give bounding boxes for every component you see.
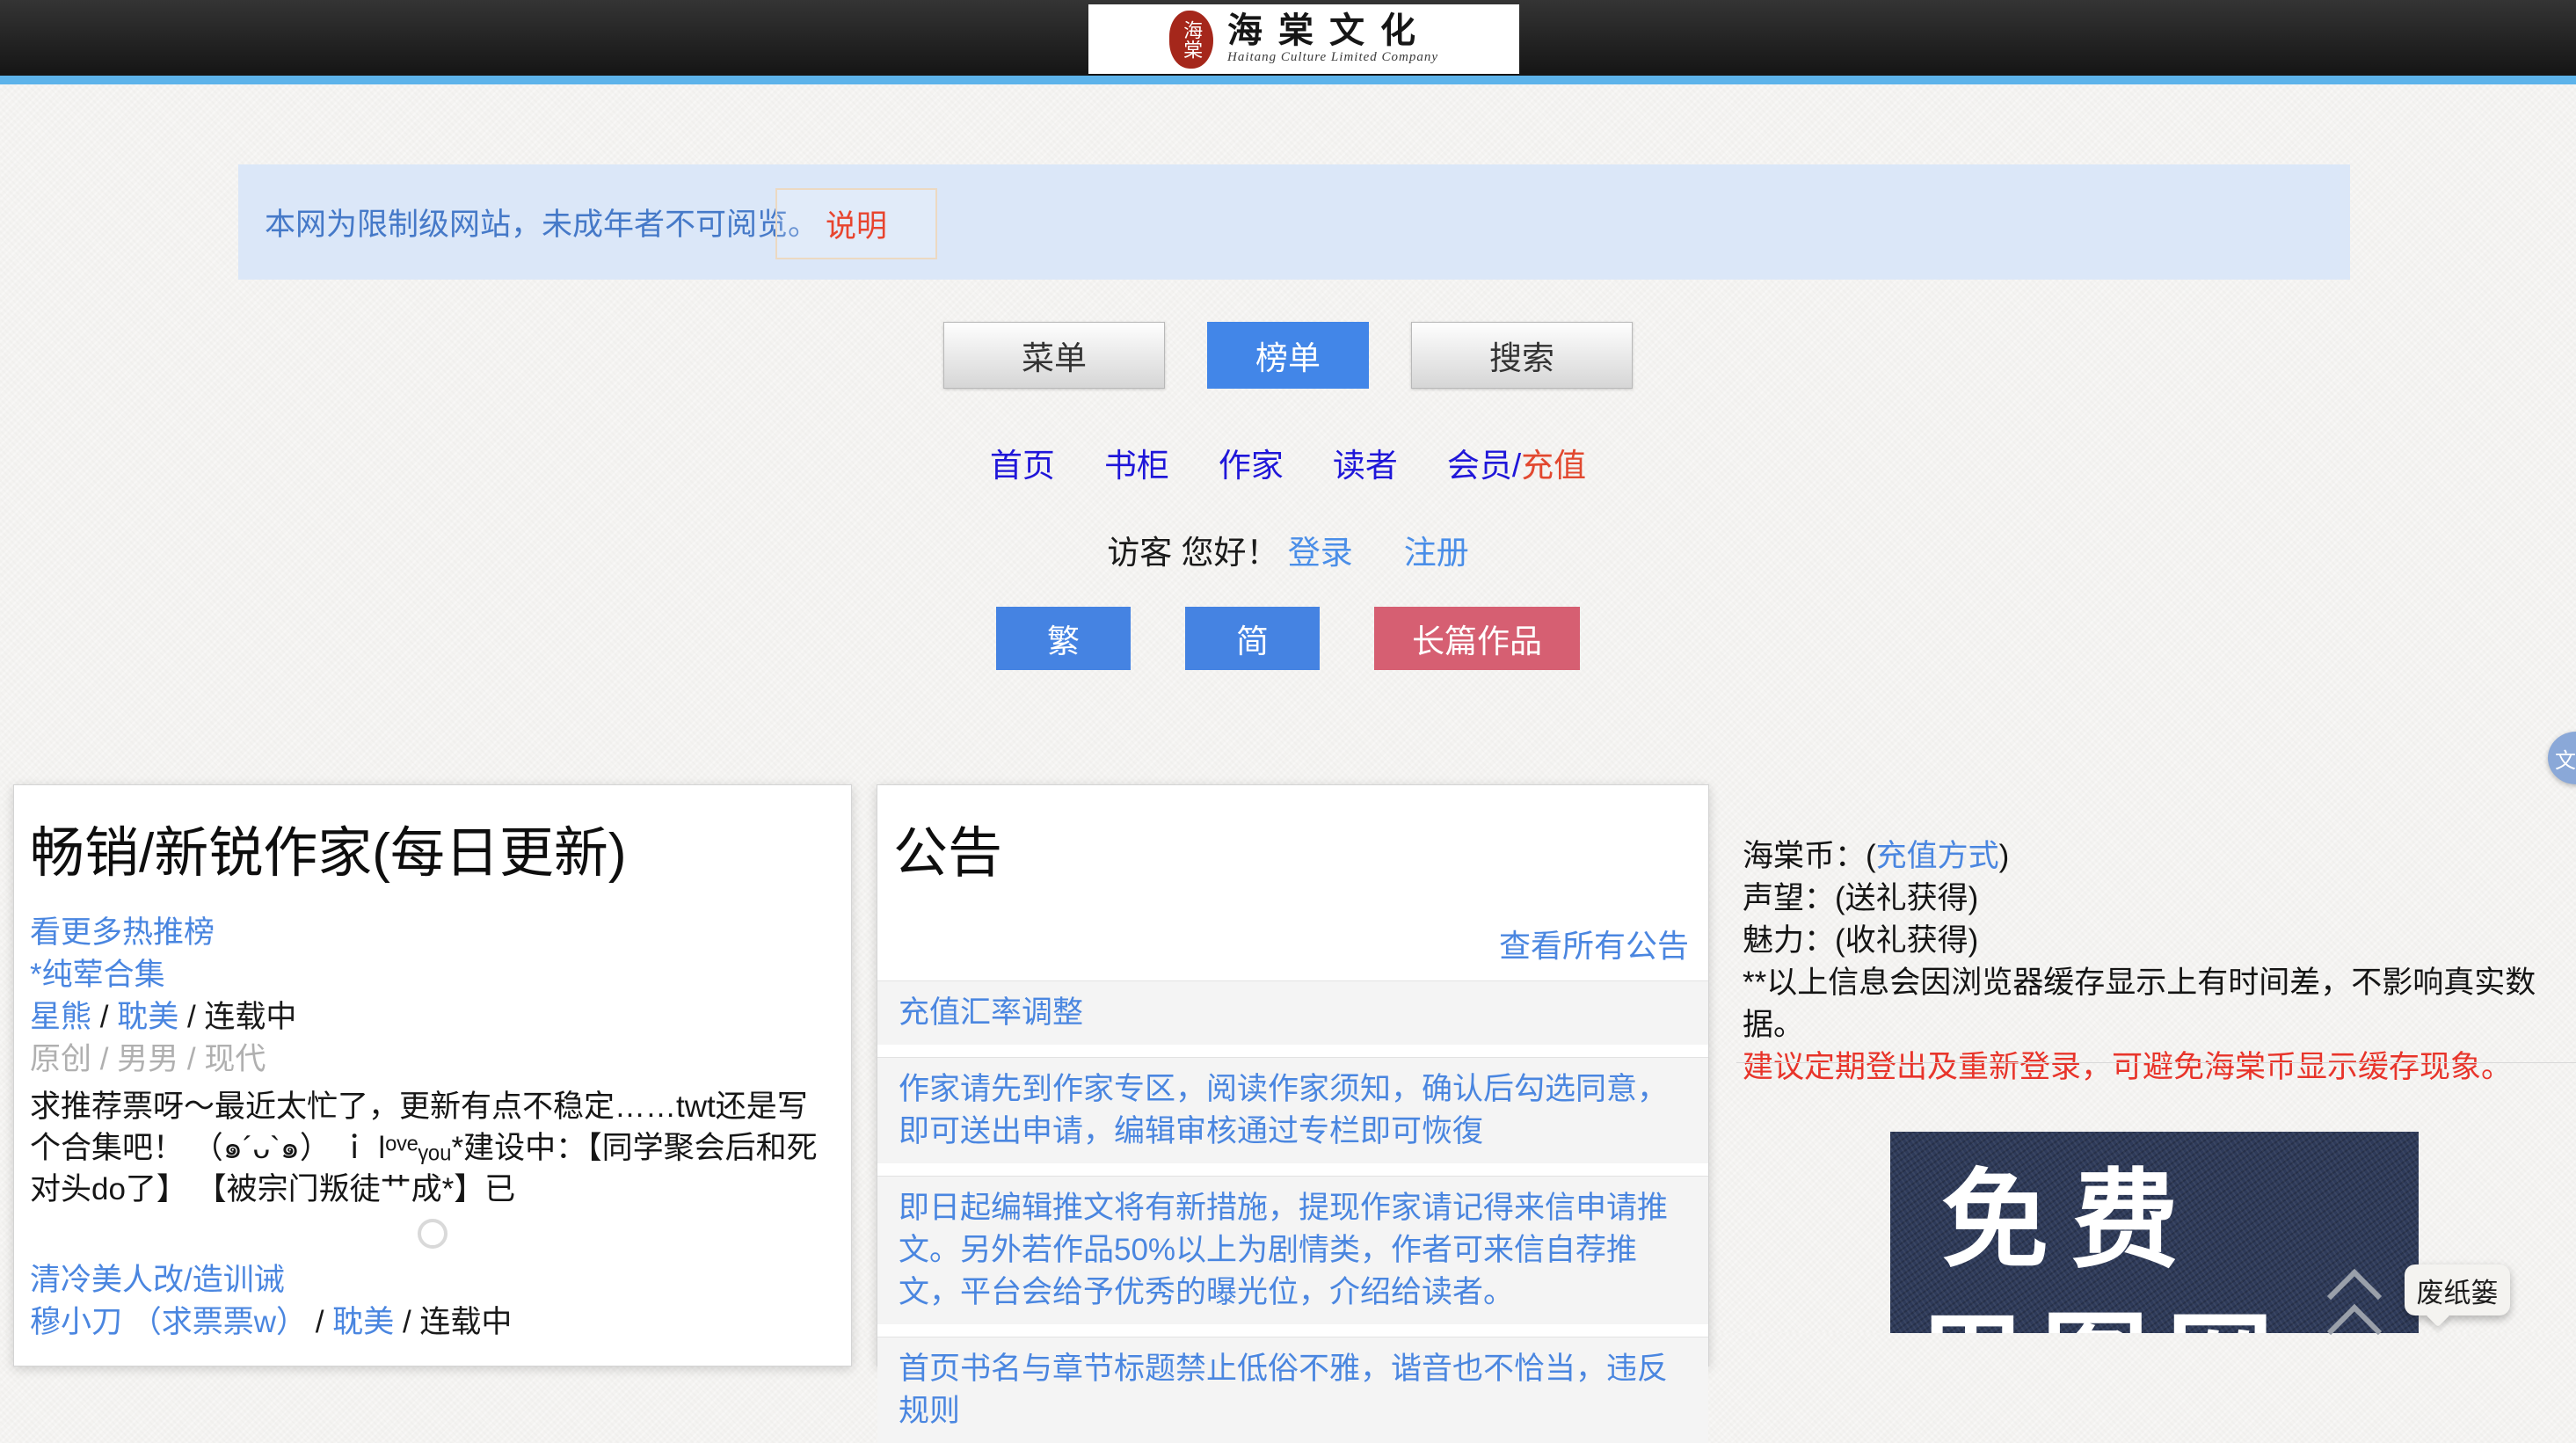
announcement-list: 充值汇率调整 作家请先到作家专区，阅读作家须知，确认后勾选同意，即可送出申请，编… xyxy=(877,980,1708,1443)
book1-tags: 原创 / 男男 / 现代 xyxy=(30,1039,835,1081)
brand-name: 海棠文化 xyxy=(1227,13,1431,48)
search-button[interactable]: 搜索 xyxy=(1411,322,1633,389)
book2-status: 连载中 xyxy=(419,1305,512,1339)
sep: / xyxy=(394,1305,419,1339)
right-column-divider xyxy=(1736,1062,2576,1063)
cache-warning: 建议定期登出及重新登录，可避免海棠币显示缓存现象。 xyxy=(1743,1046,2569,1089)
nav-recharge[interactable]: 充值 xyxy=(1521,448,1586,484)
nav-author[interactable]: 作家 xyxy=(1219,439,1284,486)
logo-text-block: 海棠文化 Haitang Culture Limited Company xyxy=(1227,13,1438,65)
book2-title-link[interactable]: 清冷美人改/造训诫 xyxy=(30,1263,285,1297)
nav-bookshelf[interactable]: 书柜 xyxy=(1104,439,1169,486)
announcement-item[interactable]: 充值汇率调整 xyxy=(877,980,1708,1045)
announcements-title: 公告 xyxy=(877,785,1708,884)
translate-icon: 文A xyxy=(2555,743,2576,774)
greeting-text: 访客 您好！ xyxy=(1107,535,1278,571)
book2-meta: 穆小刀 （求票票w） / 耽美 / 连载中 xyxy=(30,1301,835,1344)
sep: / xyxy=(307,1305,332,1339)
book1-status: 连载中 xyxy=(204,1000,296,1034)
coin-label-close: ) xyxy=(1999,839,2010,873)
site-logo[interactable]: 海棠 海棠文化 Haitang Culture Limited Company xyxy=(1088,4,1519,74)
bestsellers-content: 看更多热推榜 *纯荤合集 星熊 / 耽美 / 连载中 原创 / 男男 / 现代 … xyxy=(14,884,851,1344)
bestsellers-panel: 畅销/新锐作家(每日更新) 看更多热推榜 *纯荤合集 星熊 / 耽美 / 连载中… xyxy=(13,784,852,1366)
scroll-to-top-button[interactable] xyxy=(2328,1273,2381,1344)
login-link[interactable]: 登录 xyxy=(1288,535,1353,571)
language-row: 繁 简 长篇作品 xyxy=(0,607,2576,670)
announcements-panel: 公告 查看所有公告 充值汇率调整 作家请先到作家专区，阅读作家须知，确认后勾选同… xyxy=(877,784,1709,1366)
restricted-notice-text: 本网为限制级网站，未成年者不可阅览。 xyxy=(265,164,819,280)
sep: / xyxy=(178,1000,204,1034)
account-info-block: 海棠币：(充值方式) 声望：(送礼获得) 魅力：(收礼获得) **以上信息会因浏… xyxy=(1743,835,2569,1089)
trash-bin-label: 废纸篓 xyxy=(2417,1271,2499,1310)
announcement-item[interactable]: 作家请先到作家专区，阅读作家须知，确认后勾选同意，即可送出申请，编辑审核通过专栏… xyxy=(877,1057,1708,1163)
ad-text-line1: 免费 xyxy=(1941,1162,2419,1279)
book1-author-link[interactable]: 星熊 xyxy=(30,1000,91,1034)
nav-home[interactable]: 首页 xyxy=(990,439,1055,486)
charm-line: 魅力：(收礼获得) xyxy=(1743,920,2569,962)
header-underline xyxy=(0,76,2576,84)
view-all-announcements-link[interactable]: 查看所有公告 xyxy=(1499,928,1689,964)
notice-explain-button[interactable]: 说明 xyxy=(775,188,937,259)
more-hot-rank-link[interactable]: 看更多热推榜 xyxy=(30,915,215,950)
announcement-item[interactable]: 即日起编辑推文将有新措施，提现作家请记得来信申请推文。另外若作品50%以上为剧情… xyxy=(877,1176,1708,1324)
brand-subtitle: Haitang Culture Limited Company xyxy=(1227,50,1438,65)
simplified-chinese-button[interactable]: 简 xyxy=(1185,607,1320,670)
restricted-notice-banner: 本网为限制级网站，未成年者不可阅览。 说明 xyxy=(238,164,2350,280)
seal-icon: 海棠 xyxy=(1169,11,1213,69)
book1-genre-link[interactable]: 耽美 xyxy=(117,1000,178,1034)
reputation-line: 声望：(送礼获得) xyxy=(1743,878,2569,920)
sep: / xyxy=(91,1000,117,1034)
recharge-method-link[interactable]: 充值方式 xyxy=(1876,839,1999,873)
trash-bin-button[interactable]: 废纸篓 xyxy=(2405,1264,2510,1315)
nav-slash: / xyxy=(1512,448,1521,484)
rank-button[interactable]: 榜单 xyxy=(1207,322,1369,389)
longform-works-button[interactable]: 长篇作品 xyxy=(1374,607,1580,670)
book1-description: 求推荐票呀～最近太忙了，更新有点不稳定……twt还是写个合集吧！ （๑´ᴗ`๑）… xyxy=(30,1086,835,1210)
announcement-item[interactable]: 首页书名与章节标题禁止低俗不雅，谐音也不恰当，违反规则 xyxy=(877,1337,1708,1443)
main-nav: 首页 书柜 作家 读者 会员/充值 xyxy=(0,439,2576,486)
loader-circle-icon xyxy=(418,1219,448,1249)
translate-float-button[interactable]: 文A xyxy=(2548,732,2576,784)
menu-button[interactable]: 菜单 xyxy=(943,322,1165,389)
traditional-chinese-button[interactable]: 繁 xyxy=(996,607,1131,670)
chevron-up-icon xyxy=(2327,1304,2382,1359)
main-toolbar: 菜单 榜单 搜索 xyxy=(0,322,2576,389)
book2-genre-link[interactable]: 耽美 xyxy=(332,1305,394,1339)
nav-member[interactable]: 会员 xyxy=(1447,448,1512,484)
book1-meta: 星熊 / 耽美 / 连载中 xyxy=(30,996,835,1039)
book2-author-link[interactable]: 穆小刀 （求票票w） xyxy=(30,1305,307,1339)
coin-line: 海棠币：(充值方式) xyxy=(1743,835,2569,878)
coin-label: 海棠币：( xyxy=(1743,839,1876,873)
greeting-row: 访客 您好！ 登录 注册 xyxy=(0,526,2576,573)
bestsellers-title: 畅销/新锐作家(每日更新) xyxy=(14,785,851,884)
register-link[interactable]: 注册 xyxy=(1404,535,1469,571)
nav-reader[interactable]: 读者 xyxy=(1333,439,1398,486)
cache-note: **以上信息会因浏览器缓存显示上有时间差，不影响真实数据。 xyxy=(1743,962,2569,1046)
nav-member-recharge: 会员/充值 xyxy=(1447,439,1586,486)
book1-title-link[interactable]: *纯荤合集 xyxy=(30,958,165,992)
